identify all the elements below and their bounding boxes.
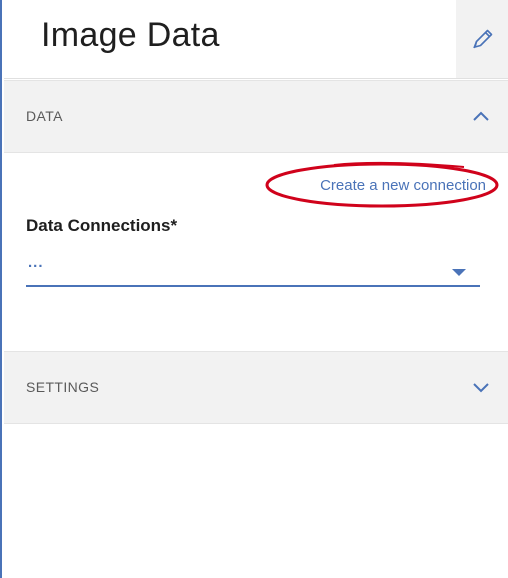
edit-button[interactable] bbox=[456, 0, 508, 78]
chevron-up-icon bbox=[473, 111, 489, 121]
create-connection-link[interactable]: Create a new connection bbox=[320, 177, 486, 194]
data-connections-value: ... bbox=[28, 254, 44, 271]
image-data-panel: Image Data DATA Create a new connection … bbox=[0, 0, 508, 578]
section-settings-header[interactable]: SETTINGS bbox=[4, 351, 508, 424]
chevron-down-icon bbox=[473, 383, 489, 393]
section-data-label: DATA bbox=[26, 108, 63, 124]
panel-title: Image Data bbox=[41, 16, 220, 54]
panel-header: Image Data bbox=[4, 0, 508, 79]
data-connections-select[interactable]: ... bbox=[26, 252, 480, 287]
pencil-icon bbox=[473, 29, 493, 49]
data-connections-label: Data Connections* bbox=[26, 216, 178, 235]
section-settings-label: SETTINGS bbox=[26, 379, 100, 395]
section-data-header[interactable]: DATA bbox=[4, 80, 508, 153]
caret-down-icon bbox=[452, 269, 466, 276]
